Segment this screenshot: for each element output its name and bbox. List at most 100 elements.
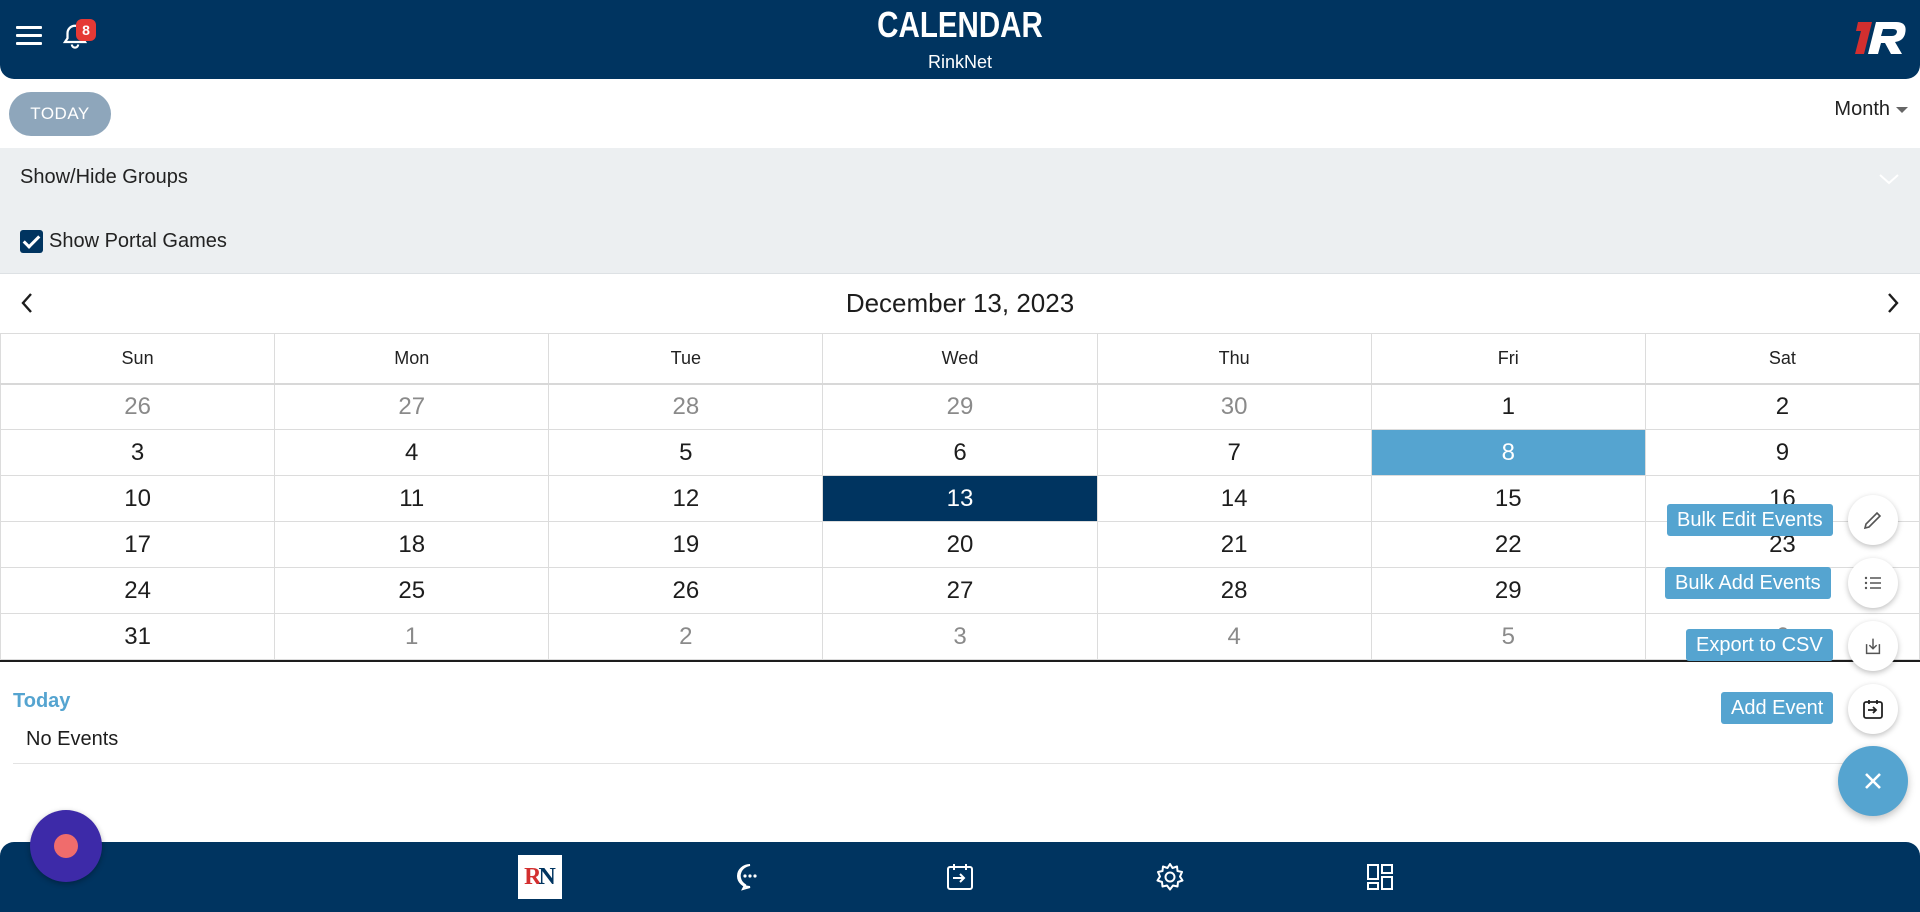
weekday-header: Thu [1096, 333, 1372, 385]
month-calendar: Sun Mon Tue Wed Thu Fri Sat 26 27 28 29 … [0, 333, 1920, 660]
bulk-edit-events-label[interactable]: Bulk Edit Events [1667, 504, 1833, 536]
weekday-header: Sun [0, 333, 276, 385]
calendar-day-cell[interactable]: 10 [0, 475, 276, 522]
gear-icon [1156, 863, 1184, 891]
view-mode-select[interactable]: Month [1834, 98, 1908, 121]
dashboard-icon [1367, 864, 1393, 890]
calendar-day-cell[interactable]: 21 [1096, 521, 1372, 568]
calendar-day-cell[interactable]: 19 [548, 521, 824, 568]
calendar-day-cell[interactable]: 31 [0, 613, 276, 660]
no-events-message: No Events [26, 728, 119, 750]
show-portal-games-option[interactable]: Show Portal Games [20, 230, 227, 253]
top-app-bar: 8 CALENDAR RinkNet [0, 0, 1920, 79]
calendar-day-cell[interactable]: 6 [822, 429, 1098, 476]
calendar-day-cell[interactable]: 15 [1370, 475, 1646, 522]
calendar-day-cell[interactable]: 14 [1096, 475, 1372, 522]
calendar-day-cell[interactable]: 17 [0, 521, 276, 568]
weekday-header: Mon [274, 333, 550, 385]
messages-nav-button[interactable] [728, 855, 772, 899]
app-root: 8 CALENDAR RinkNet TODAY Month Show/Hide… [0, 0, 1920, 912]
calendar-add-icon [1863, 700, 1883, 719]
calendar-week-row: 3 4 5 6 7 8 9 [0, 429, 1920, 476]
weekday-header: Fri [1370, 333, 1646, 385]
calendar-day-cell[interactable]: 18 [274, 521, 550, 568]
calendar-day-cell[interactable]: 3 [822, 613, 1098, 660]
calendar-day-cell[interactable]: 9 [1644, 429, 1920, 476]
calendar-week-row: 17 18 19 20 21 22 23 [0, 521, 1920, 568]
show-portal-games-label: Show Portal Games [49, 230, 227, 252]
dashboard-nav-button[interactable] [1358, 855, 1402, 899]
record-dot-icon [54, 834, 78, 858]
bulk-add-events-label[interactable]: Bulk Add Events [1665, 567, 1831, 599]
calendar-day-cell[interactable]: 2 [548, 613, 824, 660]
calendar-day-cell[interactable]: 30 [1096, 383, 1372, 430]
calendar-day-cell[interactable]: 11 [274, 475, 550, 522]
calendar-nav-button[interactable] [938, 855, 982, 899]
events-divider [13, 763, 1893, 764]
current-date-heading: December 13, 2023 [845, 288, 1075, 318]
download-icon [1865, 638, 1881, 655]
export-to-csv-label[interactable]: Export to CSV [1686, 629, 1833, 661]
calendar-day-cell[interactable]: 27 [274, 383, 550, 430]
notification-badge: 8 [76, 19, 96, 41]
calendar-day-cell[interactable]: 28 [1096, 567, 1372, 614]
today-button[interactable]: TODAY [9, 92, 111, 136]
calendar-day-cell[interactable]: 28 [548, 383, 824, 430]
page-title: CALENDAR [877, 4, 1043, 45]
calendar-day-cell[interactable]: 27 [822, 567, 1098, 614]
show-portal-games-checkbox[interactable] [20, 230, 43, 253]
weekday-header-row: Sun Mon Tue Wed Thu Fri Sat [0, 333, 1920, 385]
calendar-day-cell[interactable]: 29 [1370, 567, 1646, 614]
weekday-header: Wed [822, 333, 1098, 385]
add-event-label[interactable]: Add Event [1721, 692, 1834, 724]
calendar-week-row: 26 27 28 29 30 1 2 [0, 383, 1920, 430]
close-icon [1865, 773, 1881, 789]
bulk-edit-events-button[interactable] [1848, 495, 1898, 545]
calendar-day-cell[interactable]: 1 [1370, 383, 1646, 430]
calendar-day-cell[interactable]: 4 [1096, 613, 1372, 660]
calendar-day-cell[interactable]: 25 [274, 567, 550, 614]
events-section-heading: Today [13, 690, 71, 712]
calendar-day-cell[interactable]: 20 [822, 521, 1098, 568]
chevron-right-icon[interactable] [1882, 290, 1904, 316]
calendar-day-cell[interactable]: 22 [1370, 521, 1646, 568]
calendar-day-cell[interactable]: 5 [548, 429, 824, 476]
calendar-day-cell[interactable]: 3 [0, 429, 276, 476]
calendar-day-cell[interactable]: 26 [0, 383, 276, 430]
calendar-day-cell-today[interactable]: 8 [1370, 429, 1646, 476]
calendar-day-cell[interactable]: 7 [1096, 429, 1372, 476]
speed-dial-close-button[interactable] [1838, 746, 1908, 816]
calendar-day-cell[interactable]: 2 [1644, 383, 1920, 430]
calendar-day-cell[interactable]: 1 [274, 613, 550, 660]
weekday-header: Sat [1644, 333, 1920, 385]
calendar-day-cell[interactable]: 4 [274, 429, 550, 476]
calendar-week-row: 24 25 26 27 28 29 30 [0, 567, 1920, 614]
settings-nav-button[interactable] [1148, 855, 1192, 899]
show-hide-groups-toggle[interactable]: Show/Hide Groups [20, 166, 188, 189]
brand-logo-icon [1855, 22, 1906, 54]
calendar-day-cell-selected[interactable]: 13 [822, 475, 1098, 522]
calendar-day-cell[interactable]: 5 [1370, 613, 1646, 660]
calendar-day-cell[interactable]: 12 [548, 475, 824, 522]
calendar-icon [947, 864, 973, 890]
view-mode-label: Month [1834, 98, 1890, 120]
export-to-csv-button[interactable] [1848, 621, 1898, 671]
calendar-day-cell[interactable]: 29 [822, 383, 1098, 430]
caret-down-icon [1896, 106, 1908, 113]
calendar-day-cell[interactable]: 24 [0, 567, 276, 614]
rinknet-home-button[interactable]: RN [518, 855, 562, 899]
calendar-day-cell[interactable]: 26 [548, 567, 824, 614]
chat-bubble-icon [737, 864, 757, 891]
add-event-button[interactable] [1848, 684, 1898, 734]
pencil-icon [1863, 511, 1882, 530]
record-button[interactable] [30, 810, 102, 882]
page-subtitle: RinkNet [927, 52, 993, 72]
calendar-week-row: 10 11 12 13 14 15 16 [0, 475, 1920, 522]
rinknet-logo-n: N [538, 863, 556, 890]
groups-panel: Show/Hide Groups Show Portal Games [0, 148, 1920, 274]
hamburger-menu-icon[interactable] [16, 26, 42, 46]
calendar-week-row: 31 1 2 3 4 5 6 [0, 613, 1920, 660]
bulk-add-events-button[interactable] [1848, 558, 1898, 608]
list-icon [1864, 576, 1881, 590]
chevron-down-icon[interactable] [1878, 168, 1900, 190]
